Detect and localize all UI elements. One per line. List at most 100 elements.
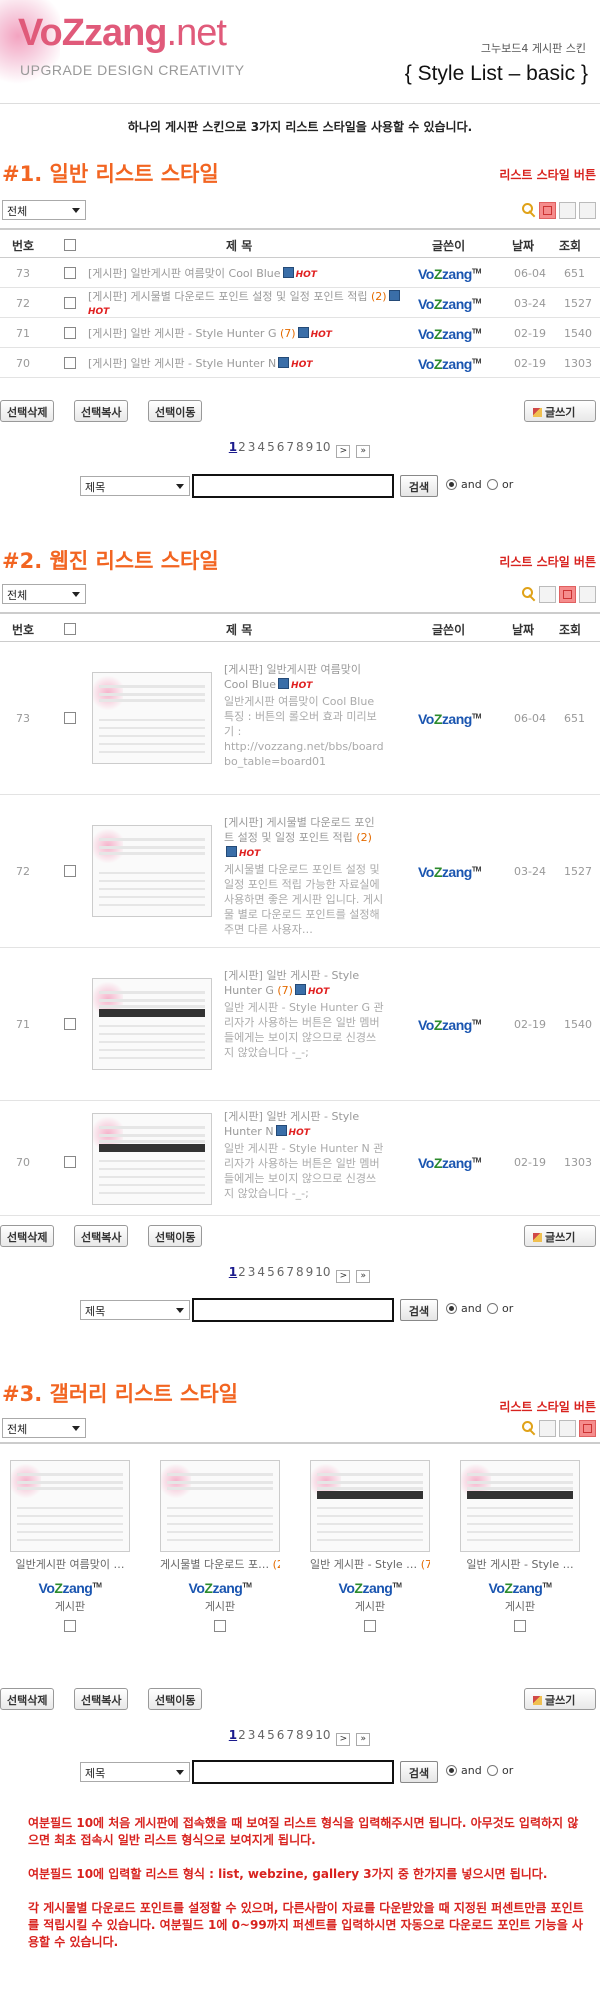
post-thumbnail[interactable] (310, 1460, 430, 1552)
next-page-icon[interactable]: > (336, 445, 351, 458)
delete-selected-button[interactable]: 선택삭제 (0, 400, 55, 422)
page-link[interactable]: 6 (277, 1265, 285, 1279)
write-button[interactable]: 글쓰기 (524, 400, 596, 422)
post-thumbnail[interactable] (10, 1460, 130, 1552)
row-checkbox[interactable] (64, 267, 76, 279)
last-page-icon[interactable]: » (356, 1733, 371, 1746)
list-view-icon[interactable] (539, 1419, 556, 1437)
search-input[interactable] (192, 474, 394, 498)
writer-name[interactable]: VoZzangTM (418, 266, 481, 282)
post-subject-link[interactable]: [게시판] 게시물별 다운로드 포인트 설정 및 일정 포인트 적립 (224, 816, 375, 844)
last-page-icon[interactable]: » (356, 1270, 371, 1283)
page-link[interactable]: 6 (277, 1728, 285, 1742)
post-subject-link[interactable]: [게시판] 일반게시판 여름맞이 Cool Blue (88, 267, 281, 280)
webzine-view-icon[interactable] (559, 585, 576, 603)
copy-selected-button[interactable]: 선택복사 (74, 1225, 129, 1247)
page-link[interactable]: 7 (286, 1265, 294, 1279)
row-checkbox[interactable] (364, 1620, 376, 1632)
row-checkbox[interactable] (64, 1156, 76, 1168)
list-view-icon[interactable] (539, 585, 556, 603)
post-subject-link[interactable]: 일반게시판 여름맞이 … (15, 1558, 124, 1571)
list-view-icon[interactable] (539, 201, 556, 219)
page-link[interactable]: 10 (315, 1265, 330, 1279)
select-all-checkbox[interactable] (64, 623, 76, 635)
search-or-radio[interactable] (487, 479, 498, 490)
writer-name[interactable]: VoZzangTM (310, 1580, 430, 1596)
writer-name[interactable]: VoZzangTM (418, 864, 481, 880)
writer-name[interactable]: VoZzangTM (418, 1155, 481, 1171)
page-link[interactable]: 4 (257, 1728, 265, 1742)
post-subject-link[interactable]: 일반 게시판 - Style … (466, 1558, 573, 1571)
page-link[interactable]: 6 (277, 440, 285, 454)
writer-name[interactable]: VoZzangTM (160, 1580, 280, 1596)
writer-name[interactable]: VoZzangTM (10, 1580, 130, 1596)
gallery-view-icon[interactable] (579, 1419, 596, 1437)
page-link[interactable]: 8 (296, 1728, 304, 1742)
post-thumbnail[interactable] (92, 978, 212, 1070)
page-link[interactable]: 1 (229, 1265, 237, 1279)
page-link[interactable]: 10 (315, 1728, 330, 1742)
writer-name[interactable]: VoZzangTM (460, 1580, 580, 1596)
next-page-icon[interactable]: > (336, 1733, 351, 1746)
search-and-radio[interactable] (446, 1303, 457, 1314)
writer-name[interactable]: VoZzangTM (418, 296, 481, 312)
search-field-select[interactable]: 제목 (80, 476, 190, 496)
page-link[interactable]: 10 (315, 440, 330, 454)
post-thumbnail[interactable] (160, 1460, 280, 1552)
writer-name[interactable]: VoZzangTM (418, 326, 481, 342)
category-select[interactable]: 전체 (2, 200, 86, 220)
page-link[interactable]: 2 (238, 1728, 246, 1742)
post-subject-link[interactable]: [게시판] 일반 게시판 - Style Hunter N (88, 357, 276, 370)
page-link[interactable]: 1 (229, 1728, 237, 1742)
copy-selected-button[interactable]: 선택복사 (74, 1688, 129, 1710)
copy-selected-button[interactable]: 선택복사 (74, 400, 129, 422)
search-and-radio[interactable] (446, 479, 457, 490)
page-link[interactable]: 5 (267, 1728, 275, 1742)
search-field-select[interactable]: 제목 (80, 1300, 190, 1320)
row-checkbox[interactable] (514, 1620, 526, 1632)
post-subject-link[interactable]: 일반 게시판 - Style … (310, 1558, 417, 1571)
page-link[interactable]: 4 (257, 440, 265, 454)
move-selected-button[interactable]: 선택이동 (148, 1225, 203, 1247)
page-link[interactable]: 5 (267, 1265, 275, 1279)
search-field-select[interactable]: 제목 (80, 1762, 190, 1782)
webzine-view-icon[interactable] (559, 1419, 576, 1437)
move-selected-button[interactable]: 선택이동 (148, 1688, 203, 1710)
write-button[interactable]: 글쓰기 (524, 1225, 596, 1247)
post-thumbnail[interactable] (92, 825, 212, 917)
post-thumbnail[interactable] (92, 1113, 212, 1205)
search-and-radio[interactable] (446, 1765, 457, 1776)
admin-key-icon[interactable] (522, 203, 536, 217)
search-or-radio[interactable] (487, 1303, 498, 1314)
post-subject-link[interactable]: 게시물별 다운로드 포… (160, 1558, 269, 1571)
write-button[interactable]: 글쓰기 (524, 1688, 596, 1710)
move-selected-button[interactable]: 선택이동 (148, 400, 203, 422)
search-button[interactable]: 검색 (400, 475, 438, 497)
post-subject-link[interactable]: [게시판] 게시물별 다운로드 포인트 설정 및 일정 포인트 적립 (88, 290, 367, 303)
page-link[interactable]: 9 (306, 1265, 314, 1279)
page-link[interactable]: 2 (238, 1265, 246, 1279)
webzine-view-icon[interactable] (559, 201, 576, 219)
select-all-checkbox[interactable] (64, 239, 76, 251)
admin-key-icon[interactable] (522, 1421, 536, 1435)
search-button[interactable]: 검색 (400, 1299, 438, 1321)
writer-name[interactable]: VoZzangTM (418, 1017, 481, 1033)
delete-selected-button[interactable]: 선택삭제 (0, 1688, 55, 1710)
page-link[interactable]: 4 (257, 1265, 265, 1279)
search-or-radio[interactable] (487, 1765, 498, 1776)
search-button[interactable]: 검색 (400, 1761, 438, 1783)
category-select[interactable]: 전체 (2, 584, 86, 604)
search-input[interactable] (192, 1298, 394, 1322)
row-checkbox[interactable] (64, 297, 76, 309)
page-link[interactable]: 9 (306, 440, 314, 454)
page-link[interactable]: 2 (238, 440, 246, 454)
page-link[interactable]: 8 (296, 1265, 304, 1279)
page-link[interactable]: 3 (248, 440, 256, 454)
search-input[interactable] (192, 1760, 394, 1784)
gallery-view-icon[interactable] (579, 585, 596, 603)
page-link[interactable]: 7 (286, 440, 294, 454)
writer-name[interactable]: VoZzangTM (418, 711, 481, 727)
page-link[interactable]: 5 (267, 440, 275, 454)
post-subject-link[interactable]: [게시판] 일반 게시판 - Style Hunter G (88, 327, 276, 340)
page-link[interactable]: 3 (248, 1728, 256, 1742)
